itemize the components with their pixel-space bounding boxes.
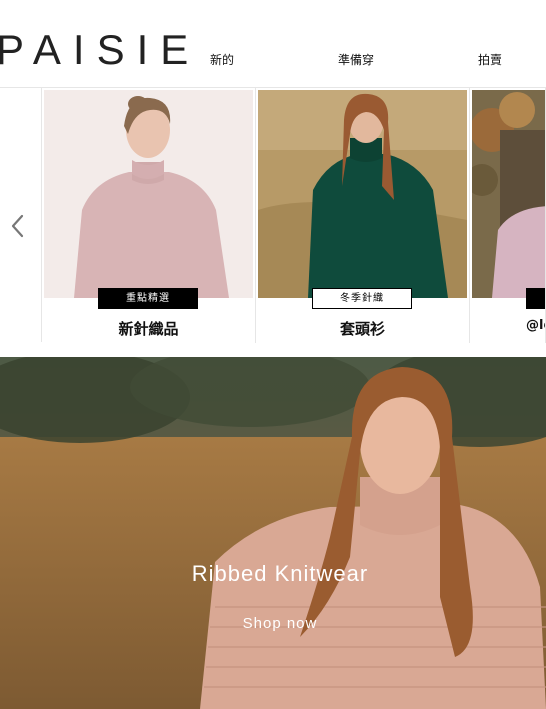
carousel-card-pullovers[interactable]: 冬季針織 套頭衫 [256, 88, 470, 343]
hero-title: Ribbed Knitwear [191, 561, 369, 586]
brand-logo[interactable]: PAISIE [0, 26, 200, 74]
card-title[interactable]: @le [526, 318, 545, 333]
card-badge [526, 288, 545, 309]
carousel-card-partial[interactable]: @le [470, 88, 546, 343]
product-carousel: 重點精選 新針織品 冬季針織 套頭衫 @l [0, 88, 546, 343]
card-badge: 冬季針織 [312, 288, 412, 309]
chevron-left-icon[interactable] [8, 212, 28, 240]
product-image[interactable] [258, 90, 467, 298]
card-badge: 重點精選 [98, 288, 198, 309]
hero-banner[interactable]: Ribbed Knitwear Shop now [0, 357, 546, 709]
carousel-card-new-knitwear[interactable]: 重點精選 新針織品 [42, 88, 256, 343]
card-title[interactable]: 套頭衫 [256, 318, 469, 339]
hero-image [0, 357, 546, 709]
shop-now-link[interactable]: Shop now [0, 615, 546, 632]
nav-item-ready-to-wear[interactable]: 準備穿 [338, 51, 374, 68]
nav-item-new[interactable]: 新的 [210, 51, 234, 68]
site-header: PAISIE 新的 準備穿 拍賣 [0, 0, 546, 88]
product-image[interactable] [44, 90, 253, 298]
card-title[interactable]: 新針織品 [42, 318, 255, 339]
product-image[interactable] [472, 90, 545, 298]
carousel-prev-panel [0, 88, 42, 342]
nav-item-sale[interactable]: 拍賣 [478, 51, 502, 68]
